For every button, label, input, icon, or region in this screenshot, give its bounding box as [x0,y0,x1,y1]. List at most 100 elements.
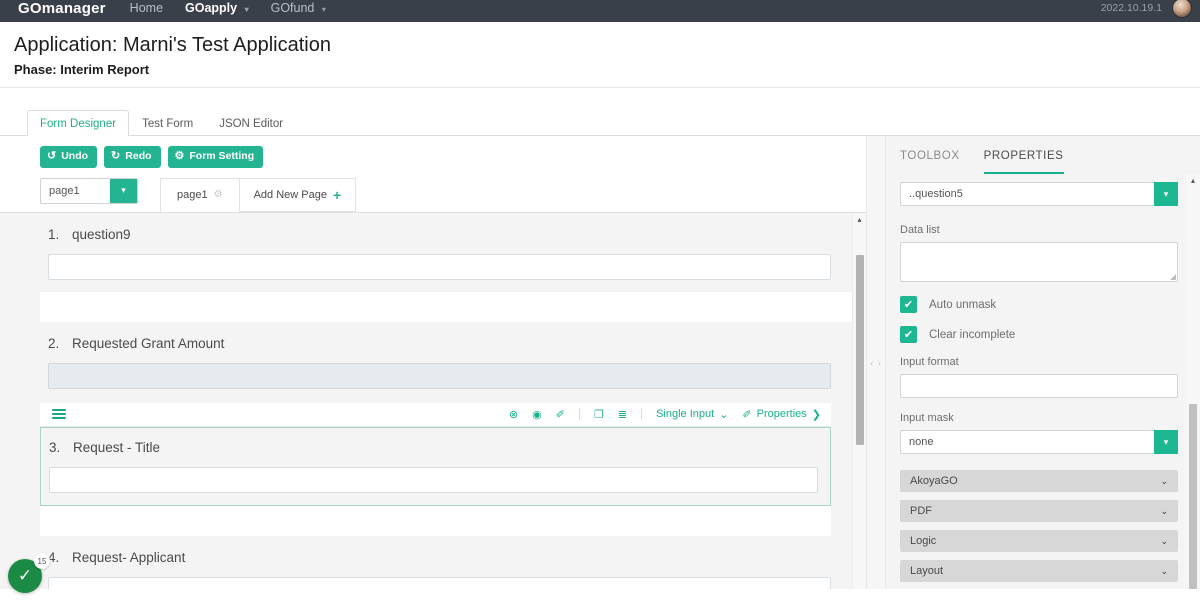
chevron-down-icon: ⌄ [719,408,729,421]
page-select-dropdown[interactable]: page1 ▾ [40,177,138,204]
main-tabs: Form Designer Test Form JSON Editor [0,88,1200,136]
input-format-field[interactable] [900,374,1178,398]
accordion-akoyago[interactable]: AkoyaGO ⌄ [900,470,1178,492]
chevron-down-icon: ▾ [1154,430,1178,454]
canvas-scrollbar[interactable]: ▴ [852,212,866,589]
scrollbar-thumb[interactable] [856,254,864,445]
nav-item-home[interactable]: Home [130,2,163,15]
accordion-layout-label: Layout [910,565,944,577]
question-spacer [40,291,866,322]
divider [641,408,643,421]
gear-icon: ⚙ [213,189,223,201]
page-title: Application: Marni's Test Application [14,34,331,56]
panel-splitter[interactable]: ‹ › [866,136,886,589]
auto-unmask-row: ✔ Auto unmask [900,296,1178,313]
data-list-label: Data list [900,224,940,236]
accordion-pdf[interactable]: PDF ⌄ [900,500,1178,522]
element-select-dropdown[interactable]: ..question5 ▾ [900,182,1178,206]
question-item-selected[interactable]: 3. Request - Title [40,426,831,506]
accordion-akoyago-label: AkoyaGO [910,475,958,487]
question-input[interactable] [48,576,831,589]
question-item[interactable]: 4. Request- Applicant [40,536,866,589]
redo-label: Redo [125,150,152,162]
question-label-row: 3. Request - Title [41,440,830,455]
undo-icon: ↺ [47,150,57,163]
redo-button[interactable]: ↻ Redo [104,146,161,168]
question-tool-actions: ⊗ ◉ ✐ ❐ ≣ Single Input ⌄ ✐ Properties ❯ [509,408,821,421]
plus-icon: + [332,186,342,203]
accordion-layout[interactable]: Layout ⌄ [900,560,1178,582]
question-item[interactable]: 2. Requested Grant Amount [40,322,866,389]
accordion-logic-label: Logic [910,535,937,547]
undo-button[interactable]: ↺ Undo [40,146,98,168]
eye-icon[interactable]: ◉ [532,408,542,421]
gear-icon: ⚙ [174,150,185,163]
divider [579,408,580,421]
page-select-value: page1 [49,184,80,197]
form-setting-button[interactable]: ⚙ Form Setting [167,146,264,168]
tab-json-editor[interactable]: JSON Editor [206,110,296,136]
status-badge[interactable]: ✓ 15 [8,553,50,593]
auto-unmask-checkbox[interactable]: ✔ [900,296,917,313]
input-mask-label: Input mask [900,412,954,424]
properties-scrollbar[interactable]: ▴ [1186,174,1200,589]
properties-panel-body: ..question5 ▾ Data list ✔ Auto unmask ✔ … [886,174,1200,589]
nav-links: Home GOapply ▾ GOfund ▾ [130,2,326,15]
status-badge-count: 15 [34,553,50,569]
tab-properties[interactable]: PROPERTIES [983,150,1064,174]
chevron-down-icon: ⌄ [1160,565,1168,576]
scrollbar-thumb[interactable] [1189,404,1197,589]
page-tab-page1[interactable]: page1 ⚙ [160,177,240,212]
nav-item-goapply[interactable]: GOapply ▾ [185,2,249,15]
clear-incomplete-checkbox[interactable]: ✔ [900,326,917,343]
data-list-textarea[interactable] [900,242,1178,282]
accordion-logic[interactable]: Logic ⌄ [900,530,1178,552]
input-type-dropdown[interactable]: Single Input ⌄ [656,408,728,421]
chevron-down-icon: ⌄ [1160,505,1168,516]
chevron-down-icon: ▾ [110,178,137,203]
open-properties-link[interactable]: ✐ Properties ❯ [742,408,821,421]
tab-test-form[interactable]: Test Form [129,110,206,136]
form-canvas: 1. question9 2. Requested Grant Amount ⊗… [0,211,866,589]
question-label-row: 4. Request- Applicant [40,550,866,565]
input-format-label: Input format [900,356,959,368]
chevron-down-icon: ▾ [1154,182,1178,206]
add-new-page-label: Add New Page [253,188,327,201]
question-spacer [40,505,831,536]
question-input[interactable] [48,253,831,280]
clear-incomplete-row: ✔ Clear incomplete [900,326,1178,343]
undo-label: Undo [61,150,89,162]
nav-item-gofund[interactable]: GOfund ▾ [271,2,326,15]
chevron-down-icon: ⌄ [1160,475,1168,486]
scroll-up-arrow-icon[interactable]: ▴ [1186,174,1200,188]
question-input[interactable] [49,466,818,493]
tab-form-designer[interactable]: Form Designer [27,110,130,136]
phase-label: Phase: Interim Report [14,62,150,77]
question-title: Request- Applicant [72,549,186,565]
duplicate-icon[interactable]: ❐ [594,408,604,421]
nav-right-group: 2022.10.19.1 [1101,0,1192,18]
edit-pen-icon[interactable]: ✐ [556,408,565,421]
question-number: 1. [48,226,60,242]
page-header: Application: Marni's Test Application Ph… [0,22,1200,88]
list-settings-icon[interactable]: ≣ [618,408,627,421]
nav-item-home-label: Home [129,0,164,15]
page-tab-label: page1 [177,188,208,201]
question-title: Request - Title [73,439,161,455]
form-designer-panel: ↺ Undo ↻ Redo ⚙ Form Setting page1 ▾ pag… [0,136,866,589]
delete-icon[interactable]: ⊗ [509,408,518,421]
avatar[interactable] [1172,0,1192,18]
input-mask-dropdown[interactable]: none ▾ [900,430,1178,454]
redo-icon: ↻ [111,150,121,163]
question-title: Requested Grant Amount [72,335,225,351]
splitter-grip-icon[interactable]: ‹ › [870,358,882,368]
drag-handle-icon[interactable] [52,409,66,420]
scroll-up-arrow-icon[interactable]: ▴ [853,213,866,227]
add-new-page-button[interactable]: Add New Page + [239,177,357,212]
brand-logo[interactable]: GOmanager [18,1,106,16]
question-item[interactable]: 1. question9 [40,213,866,280]
nav-item-goapply-label: GOapply [185,0,238,15]
tab-toolbox[interactable]: TOOLBOX [900,150,960,174]
check-icon: ✓ [17,566,33,585]
